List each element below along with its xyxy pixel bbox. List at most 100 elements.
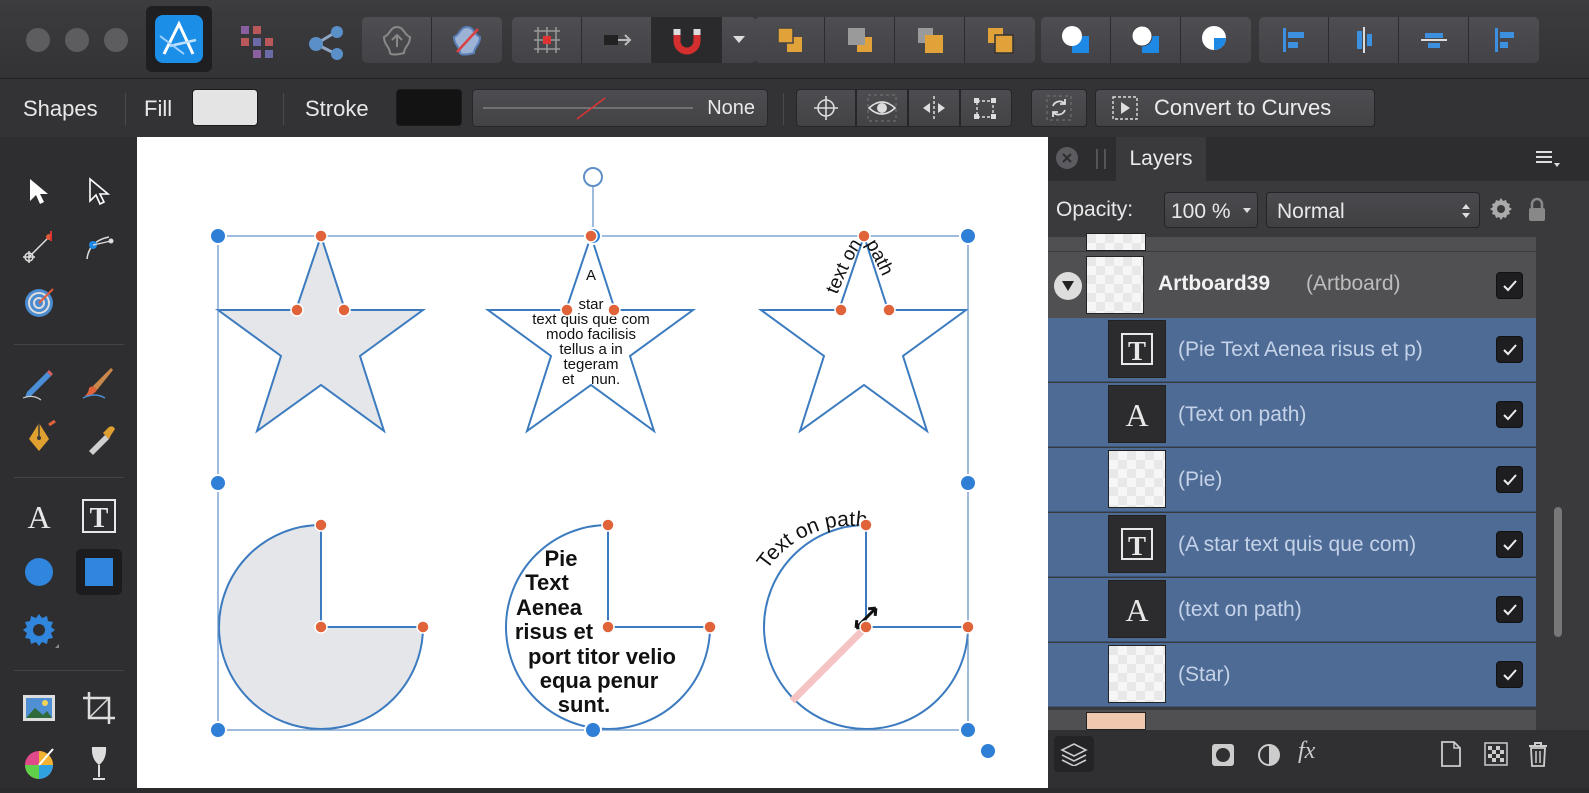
new-layer-button[interactable] <box>1440 740 1462 773</box>
persona-pixel-icon[interactable] <box>236 22 278 64</box>
artistic-text-tool-button[interactable]: A <box>16 493 62 539</box>
lock-button[interactable] <box>1526 197 1548 228</box>
blend-mode-select[interactable]: Normal <box>1266 192 1480 228</box>
delete-layer-button[interactable] <box>1526 740 1550 773</box>
rectangle-tool-button[interactable] <box>76 549 122 595</box>
visibility-checkbox[interactable] <box>1496 466 1523 493</box>
show-selection-box-button[interactable] <box>856 89 908 127</box>
fill-color-swatch[interactable] <box>192 89 258 126</box>
transform-origin-button[interactable] <box>796 89 856 127</box>
layer-settings-button[interactable] <box>1488 196 1514 227</box>
scrollbar-thumb[interactable] <box>1554 507 1562 637</box>
opacity-input[interactable]: 100 % <box>1164 192 1258 228</box>
vector-brush-tool-button[interactable] <box>76 359 122 405</box>
snapping-button[interactable] <box>652 17 722 63</box>
snapping-options-dropdown[interactable] <box>722 17 756 63</box>
align-distribute-button[interactable] <box>1469 17 1539 63</box>
stroke-color-swatch[interactable] <box>396 89 462 126</box>
ellipse-tool-button[interactable] <box>16 549 62 595</box>
layer-row-partial[interactable] <box>1048 710 1536 730</box>
cycle-selection-box-button[interactable] <box>1031 89 1087 127</box>
transparency-tool-button[interactable] <box>76 740 122 786</box>
new-pixel-layer-button[interactable] <box>1484 742 1508 771</box>
visibility-checkbox[interactable] <box>1496 401 1523 428</box>
artboard-layer-row[interactable]: Artboard39 (Artboard) <box>1048 252 1536 318</box>
corner-tool-button[interactable] <box>76 224 122 270</box>
align-left-button[interactable] <box>1259 17 1329 63</box>
adjustment-button[interactable] <box>1256 742 1282 773</box>
layer-row[interactable]: T (A star text quis que com) <box>1048 513 1536 577</box>
visibility-checkbox[interactable] <box>1496 531 1523 558</box>
star-shape[interactable] <box>214 232 427 434</box>
rotate-box-button[interactable] <box>960 89 1012 127</box>
shape-tools-button[interactable] <box>16 607 62 653</box>
move-back-one-button[interactable] <box>825 17 895 63</box>
expand-toggle[interactable] <box>1054 272 1082 300</box>
rotation-handle[interactable] <box>583 167 603 187</box>
fill-tool-button[interactable] <box>76 414 122 460</box>
move-to-front-button[interactable] <box>965 17 1035 63</box>
crop-tool-button[interactable] <box>76 685 122 731</box>
window-close-button[interactable] <box>26 28 50 52</box>
svg-text:A: A <box>27 499 50 535</box>
trash-icon <box>1529 742 1547 767</box>
layer-scrollbar[interactable] <box>1540 237 1589 730</box>
convert-to-curves-button[interactable]: Convert to Curves <box>1095 89 1375 127</box>
layer-row[interactable]: A (text on path) <box>1048 578 1536 642</box>
hamburger-menu-icon <box>1536 151 1560 167</box>
pen-tool-button[interactable] <box>16 414 62 460</box>
adjustment-icon <box>1258 744 1280 766</box>
layer-stack-button[interactable] <box>1054 736 1094 772</box>
vector-crop-tool-button[interactable] <box>16 280 62 326</box>
toolbar-group-boolean <box>362 17 502 63</box>
stroke-style-dropdown[interactable]: None <box>472 89 768 127</box>
layer-row[interactable]: (Star) <box>1048 643 1536 707</box>
mask-button[interactable] <box>1210 742 1236 773</box>
visibility-checkbox[interactable] <box>1496 661 1523 688</box>
new-layer-icon <box>1441 741 1461 767</box>
pie-text-line: equa penur <box>540 668 659 693</box>
drag-handle-icon[interactable] <box>1096 149 1106 169</box>
layer-thumbnail <box>1086 256 1144 314</box>
layer-row[interactable]: A (Text on path) <box>1048 383 1536 447</box>
app-logo-button[interactable] <box>146 6 212 72</box>
window-minimize-button[interactable] <box>65 28 89 52</box>
add-shapes-button[interactable] <box>1041 17 1111 63</box>
move-to-back-button[interactable] <box>755 17 825 63</box>
flip-horizontal-button[interactable] <box>908 89 960 127</box>
close-panel-button[interactable] <box>1056 147 1078 169</box>
document-canvas[interactable]: A star text quis que com modo facilisis … <box>137 137 1048 788</box>
layer-row[interactable]: (Pie) <box>1048 448 1536 512</box>
snap-arrow-icon <box>603 34 631 46</box>
layer-name: (Star) <box>1178 663 1231 686</box>
clip-button[interactable] <box>432 17 502 63</box>
frame-text-tool-button[interactable]: T <box>76 493 122 539</box>
move-tool-button[interactable] <box>16 169 62 215</box>
node-tool-button[interactable] <box>76 169 122 215</box>
visibility-checkbox[interactable] <box>1496 272 1523 299</box>
persona-export-icon[interactable] <box>306 22 348 64</box>
place-image-tool-button[interactable] <box>16 685 62 731</box>
visibility-checkbox[interactable] <box>1496 596 1523 623</box>
grid-toggle-button[interactable] <box>512 17 582 63</box>
align-middle-button[interactable] <box>1399 17 1469 63</box>
arrange-back-icon <box>776 27 802 52</box>
window-zoom-button[interactable] <box>104 28 128 52</box>
insert-behind-button[interactable] <box>362 17 432 63</box>
tab-layers[interactable]: Layers <box>1116 137 1206 181</box>
layer-row[interactable]: T (Pie Text Aenea risus et p) <box>1048 318 1536 382</box>
layer-row-partial[interactable] <box>1048 233 1536 251</box>
color-picker-button[interactable] <box>16 740 62 786</box>
panel-menu-button[interactable] <box>1534 149 1560 174</box>
move-forward-one-button[interactable] <box>895 17 965 63</box>
intersect-shapes-button[interactable] <box>1181 17 1251 63</box>
star-text-path-shape[interactable] <box>757 232 970 434</box>
subtract-shapes-button[interactable] <box>1111 17 1181 63</box>
pencil-tool-button[interactable] <box>16 359 62 405</box>
fx-button[interactable]: fx <box>1298 738 1315 765</box>
snap-move-button[interactable] <box>582 17 652 63</box>
point-transform-tool-button[interactable] <box>16 224 62 270</box>
align-center-button[interactable] <box>1329 17 1399 63</box>
checkmark-icon <box>1502 603 1517 615</box>
visibility-checkbox[interactable] <box>1496 336 1523 363</box>
